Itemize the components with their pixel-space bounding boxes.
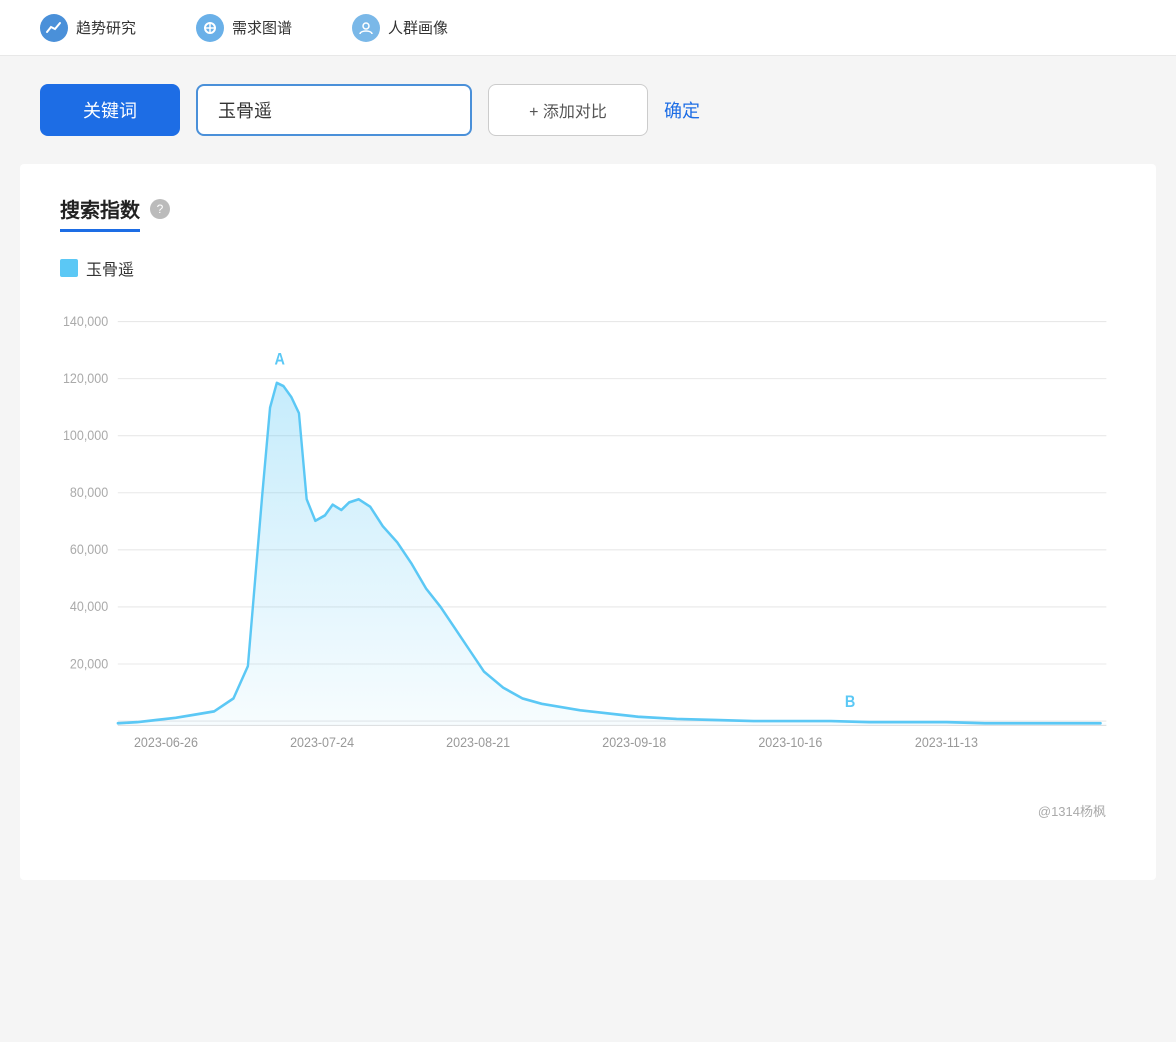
svg-text:2023-10-16: 2023-10-16 — [758, 734, 822, 750]
legend-color-box — [60, 259, 78, 277]
section-header: 搜索指数 ? — [60, 194, 1116, 223]
chart-svg: 140,000 120,000 100,000 80,000 60,000 40… — [60, 300, 1116, 860]
svg-text:20,000: 20,000 — [70, 656, 108, 672]
nav-portrait-label: 人群画像 — [388, 17, 448, 38]
chart-legend: 玉骨遥 — [60, 256, 1116, 280]
svg-text:2023-06-26: 2023-06-26 — [134, 734, 198, 750]
nav-portrait[interactable]: 人群画像 — [352, 14, 448, 42]
nav-demand[interactable]: 需求图谱 — [196, 14, 292, 42]
nav-trend[interactable]: 趋势研究 — [40, 14, 136, 42]
demand-icon — [196, 14, 224, 42]
search-bar: 关键词 + 添加对比 确定 — [0, 56, 1176, 164]
svg-text:60,000: 60,000 — [70, 542, 108, 558]
keyword-button[interactable]: 关键词 — [40, 84, 180, 136]
top-nav: 趋势研究 需求图谱 人群画像 — [0, 0, 1176, 56]
svg-text:40,000: 40,000 — [70, 599, 108, 615]
legend-label: 玉骨遥 — [86, 256, 134, 280]
svg-text:120,000: 120,000 — [63, 370, 108, 386]
confirm-button[interactable]: 确定 — [664, 97, 700, 123]
svg-text:2023-08-21: 2023-08-21 — [446, 734, 510, 750]
section-underline — [60, 229, 140, 232]
svg-text:A: A — [274, 351, 284, 369]
svg-text:100,000: 100,000 — [63, 427, 108, 443]
svg-text:2023-09-18: 2023-09-18 — [602, 734, 666, 750]
nav-demand-label: 需求图谱 — [232, 17, 292, 38]
svg-text:B: B — [845, 693, 855, 711]
help-icon[interactable]: ? — [150, 199, 170, 219]
add-compare-button[interactable]: + 添加对比 — [488, 84, 648, 136]
svg-text:80,000: 80,000 — [70, 484, 108, 500]
nav-trend-label: 趋势研究 — [76, 17, 136, 38]
watermark: @1314杨枫 — [1038, 801, 1106, 820]
portrait-icon — [352, 14, 380, 42]
section-title: 搜索指数 — [60, 194, 140, 223]
trend-icon — [40, 14, 68, 42]
chart-area: 140,000 120,000 100,000 80,000 60,000 40… — [60, 300, 1116, 860]
svg-text:2023-11-13: 2023-11-13 — [915, 734, 978, 750]
main-keyword-input[interactable] — [196, 84, 472, 136]
chart-section: 搜索指数 ? 玉骨遥 140,000 120,000 100,000 80,00… — [20, 164, 1156, 880]
svg-text:2023-07-24: 2023-07-24 — [290, 734, 354, 750]
svg-text:140,000: 140,000 — [63, 313, 108, 329]
